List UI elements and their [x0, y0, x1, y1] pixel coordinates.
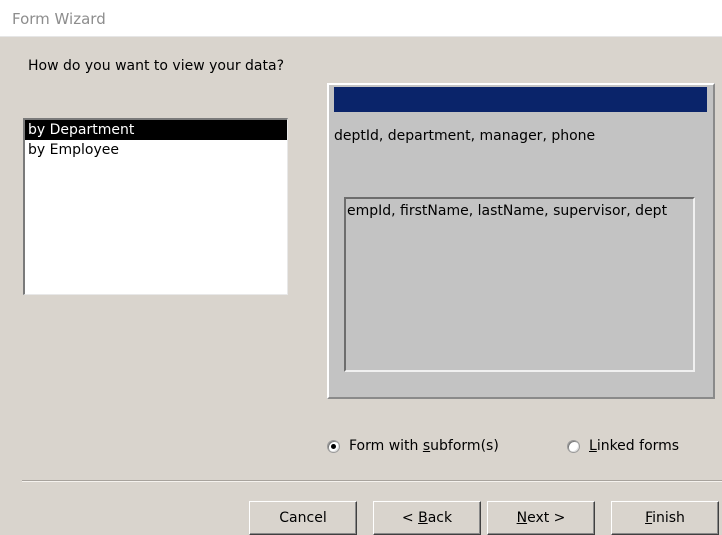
radio-unselected-icon[interactable]	[567, 439, 580, 453]
linked-forms-label: Linked forms	[589, 438, 680, 454]
linked-forms-option[interactable]: Linked forms	[567, 436, 679, 456]
subform-preview: empId, firstName, lastName, supervisor, …	[344, 197, 695, 372]
preview-header-bar	[334, 87, 707, 112]
form-preview-panel: deptId, department, manager, phone empId…	[327, 83, 715, 399]
title-bar: Form Wizard	[0, 0, 722, 37]
radio-selected-icon[interactable]	[327, 439, 340, 453]
view-by-listbox[interactable]: by Department by Employee	[23, 118, 288, 295]
list-item-label: by Employee	[28, 142, 119, 158]
form-with-subforms-option[interactable]: Form with subform(s)	[327, 436, 499, 456]
next-button[interactable]: Next >	[487, 501, 595, 535]
cancel-button[interactable]: Cancel	[249, 501, 357, 535]
view-question-label: How do you want to view your data?	[28, 58, 284, 74]
finish-button[interactable]: Finish	[611, 501, 719, 535]
list-item-by-department[interactable]: by Department	[25, 120, 287, 140]
back-button[interactable]: < Back	[373, 501, 481, 535]
list-item-label: by Department	[28, 122, 135, 138]
window-title: Form Wizard	[12, 10, 106, 28]
subform-fields: empId, firstName, lastName, supervisor, …	[347, 203, 668, 219]
form-with-subforms-label: Form with subform(s)	[349, 438, 499, 454]
main-form-fields: deptId, department, manager, phone	[334, 128, 596, 144]
list-item-by-employee[interactable]: by Employee	[25, 140, 287, 160]
form-wizard-window: Form Wizard How do you want to view your…	[0, 0, 722, 535]
button-separator	[22, 480, 722, 482]
